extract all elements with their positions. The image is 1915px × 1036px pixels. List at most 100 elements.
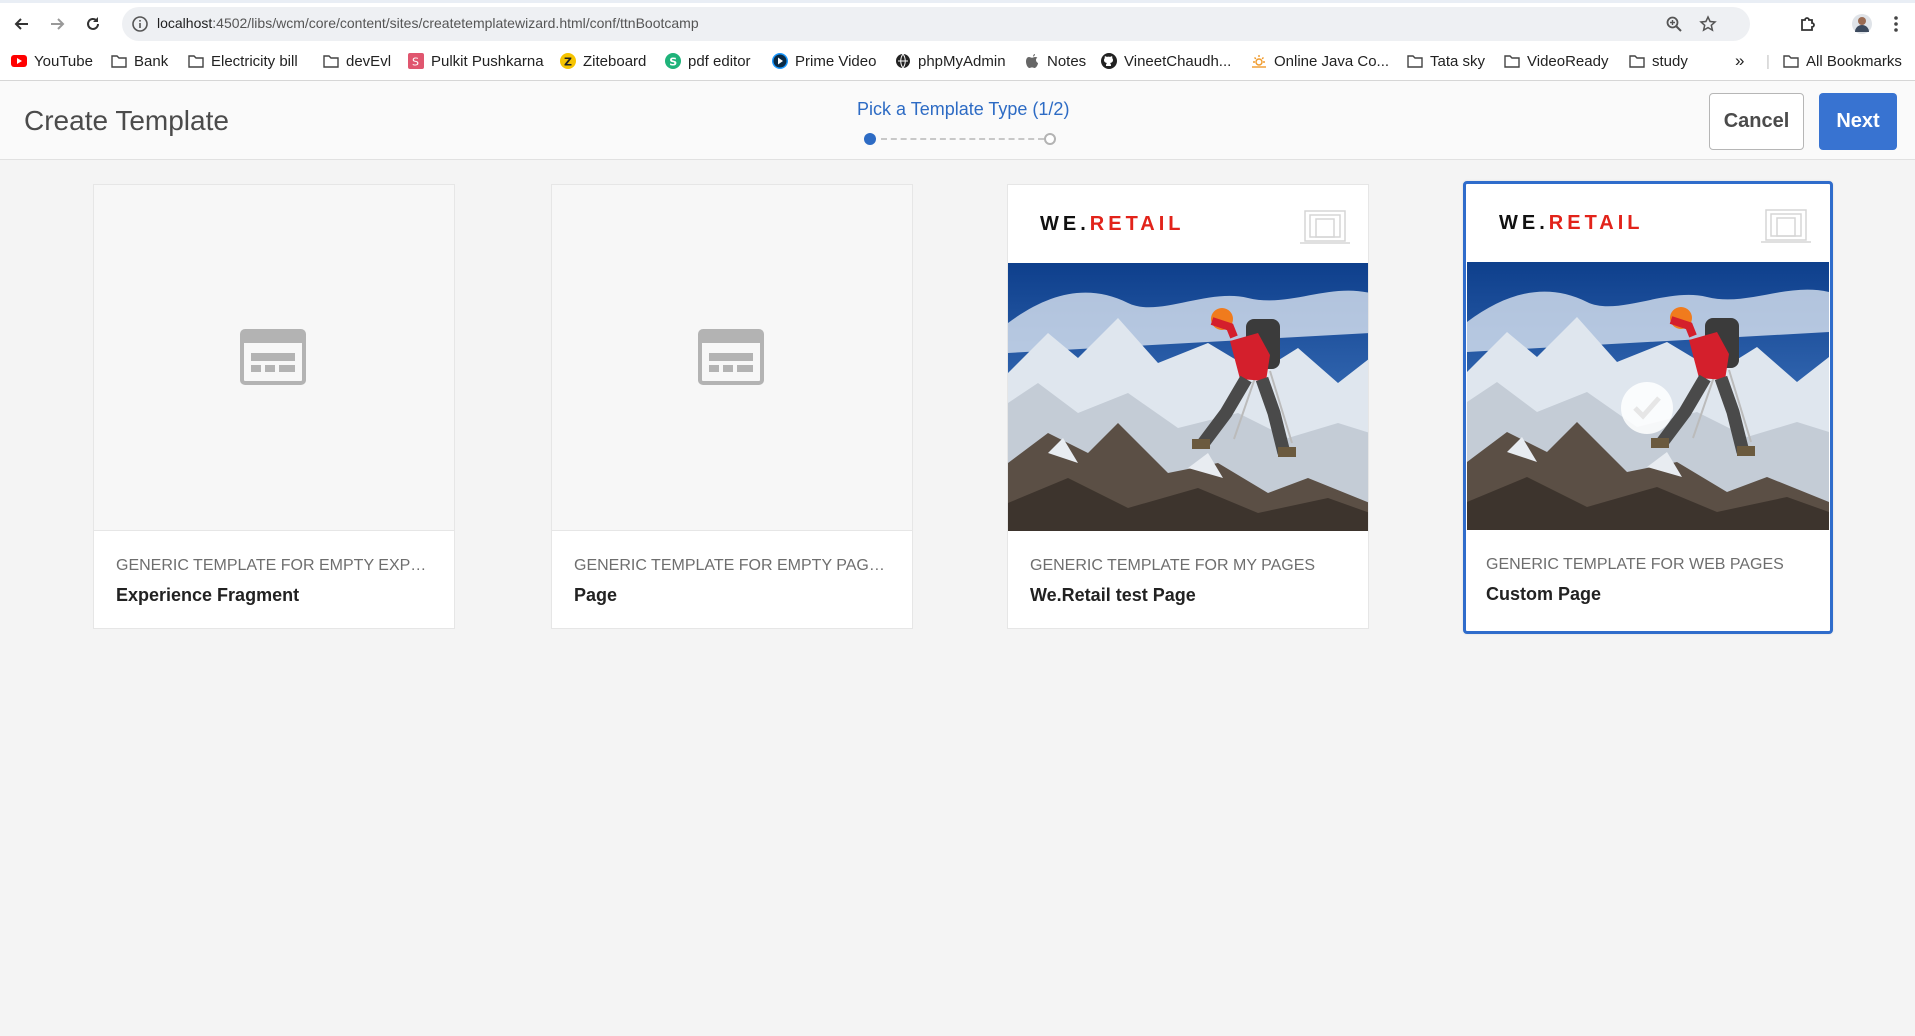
bookmark-notes[interactable]: Notes: [1024, 50, 1086, 72]
brand-dot: .: [1539, 212, 1549, 234]
s-green-favicon-icon: S: [665, 53, 681, 69]
bookmark-study[interactable]: study: [1629, 50, 1688, 72]
sun-icon: [1251, 53, 1267, 69]
template-frame-icon: [1761, 209, 1811, 243]
bookmark-label: Notes: [1047, 52, 1087, 70]
prime-video-icon: [772, 53, 788, 69]
bookmark-ziteboard[interactable]: Z Ziteboard: [560, 50, 646, 72]
template-card-page[interactable]: GENERIC TEMPLATE FOR EMPTY PAGES ... Pag…: [551, 184, 913, 629]
reload-icon[interactable]: [79, 10, 107, 38]
bookmark-label: phpMyAdmin: [918, 52, 1006, 70]
template-description: GENERIC TEMPLATE FOR MY PAGES: [1030, 557, 1316, 574]
svg-text:S: S: [669, 56, 677, 69]
template-placeholder-icon: [698, 329, 764, 385]
brand-retail: RETAIL: [1089, 213, 1185, 235]
bookmark-label: Online Java Co...: [1274, 52, 1390, 70]
brand-bar: WE.RETAIL: [1467, 184, 1829, 262]
url-text[interactable]: localhost:4502/libs/wcm/core/content/sit…: [157, 15, 699, 31]
bookmark-online-java[interactable]: Online Java Co...: [1251, 50, 1389, 72]
brand-we: WE: [1499, 212, 1540, 234]
brand-dot: .: [1080, 213, 1090, 235]
brand-we: WE: [1040, 213, 1081, 235]
bookmark-devevl[interactable]: devEvl: [323, 50, 391, 72]
all-bookmarks-button[interactable]: All Bookmarks: [1783, 50, 1902, 72]
globe-icon: [895, 53, 911, 69]
bookmark-tata-sky[interactable]: Tata sky: [1407, 50, 1485, 72]
bookmark-prime-video[interactable]: Prime Video: [772, 50, 876, 72]
url-host: localhost: [157, 15, 213, 31]
step-2-indicator[interactable]: [1044, 133, 1056, 145]
template-name: Custom Page: [1486, 584, 1602, 604]
we-retail-logo: WE.RETAIL: [1040, 213, 1185, 236]
bookmark-bank[interactable]: Bank: [111, 50, 168, 72]
bookmark-label: Bank: [134, 52, 169, 70]
bookmark-label: Prime Video: [795, 52, 877, 70]
next-button[interactable]: Next: [1819, 93, 1897, 150]
folder-icon: [1783, 53, 1799, 69]
selected-check-icon: [1621, 382, 1673, 434]
step-label: Pick a Template Type (1/2): [857, 99, 1070, 119]
template-thumbnail: [552, 185, 912, 531]
bookmarks-overflow-button[interactable]: »: [1735, 50, 1744, 72]
bookmark-pdf-editor[interactable]: S pdf editor: [665, 50, 751, 72]
template-frame-icon: [1300, 210, 1350, 244]
zoom-icon[interactable]: [1664, 14, 1684, 34]
bookmark-phpmyadmin[interactable]: phpMyAdmin: [895, 50, 1006, 72]
apple-icon: [1024, 53, 1040, 69]
address-bar[interactable]: localhost:4502/libs/wcm/core/content/sit…: [122, 7, 1750, 41]
folder-icon: [188, 53, 204, 69]
bookmark-label: VideoReady: [1527, 52, 1609, 70]
template-name: Page: [574, 585, 618, 605]
bookmark-label: Ziteboard: [583, 52, 647, 70]
bookmark-electricity-bill[interactable]: Electricity bill: [188, 50, 298, 72]
bookmark-star-icon[interactable]: [1698, 14, 1718, 34]
extensions-icon[interactable]: [1794, 10, 1822, 38]
template-name: Experience Fragment: [116, 585, 300, 605]
brand-bar: WE.RETAIL: [1008, 185, 1368, 263]
url-path: :4502/libs/wcm/core/content/sites/create…: [212, 15, 699, 31]
github-icon: [1101, 53, 1117, 69]
back-icon[interactable]: [8, 10, 36, 38]
bookmark-label: pdf editor: [688, 52, 751, 70]
template-description: GENERIC TEMPLATE FOR WEB PAGES: [1486, 556, 1784, 573]
template-card-we-retail-test-page[interactable]: WE.RETAIL GENERIC TEMPLATE FOR MY PAGES …: [1007, 184, 1369, 629]
bookmark-label: Pulkit Pushkarna: [431, 52, 544, 70]
cancel-button[interactable]: Cancel: [1709, 93, 1804, 150]
profile-avatar-icon[interactable]: [1848, 10, 1876, 38]
bookmark-label: YouTube: [34, 52, 93, 70]
bookmark-label: VineetChaudh...: [1124, 52, 1232, 70]
hiker-photo: [1467, 262, 1829, 530]
template-name: We.Retail test Page: [1030, 585, 1196, 605]
template-thumbnail: [94, 185, 454, 531]
bookmark-label: study: [1652, 52, 1688, 70]
tab-strip: [0, 0, 1915, 3]
s-favicon-icon: S: [408, 53, 424, 69]
browser-chrome: localhost:4502/libs/wcm/core/content/sit…: [0, 0, 1915, 81]
template-card-custom-page[interactable]: WE.RETAIL GENERIC TEMPLATE FOR WEB PAGES…: [1463, 181, 1833, 634]
bookmark-vineetchaudh[interactable]: VineetChaudh...: [1101, 50, 1231, 72]
bookmark-videoready[interactable]: VideoReady: [1504, 50, 1608, 72]
bookmark-pulkit-pushkarna[interactable]: S Pulkit Pushkarna: [408, 50, 544, 72]
hiker-photo: [1008, 263, 1368, 531]
template-description: GENERIC TEMPLATE FOR EMPTY EXPERI...: [116, 557, 436, 574]
template-thumbnail: WE.RETAIL: [1467, 184, 1829, 530]
browser-menu-icon[interactable]: [1882, 10, 1910, 38]
folder-icon: [1407, 53, 1423, 69]
all-bookmarks-label: All Bookmarks: [1806, 52, 1902, 70]
page-title: Create Template: [24, 105, 229, 136]
forward-icon[interactable]: [43, 10, 71, 38]
bookmark-label: devEvl: [346, 52, 392, 70]
step-1-indicator[interactable]: [864, 133, 876, 145]
bookmarks-bar: YouTube Bank Electricity bill devEvl S P…: [0, 48, 1915, 74]
bookmark-youtube[interactable]: YouTube: [11, 50, 93, 72]
folder-icon: [111, 53, 127, 69]
bookmarks-divider: |: [1766, 52, 1770, 70]
template-description: GENERIC TEMPLATE FOR EMPTY PAGES ...: [574, 557, 894, 574]
wizard-stepper: [864, 132, 1056, 146]
wizard-header: Create Template Pick a Template Type (1/…: [0, 81, 1915, 160]
template-card-experience-fragment[interactable]: GENERIC TEMPLATE FOR EMPTY EXPERI... Exp…: [93, 184, 455, 629]
bookmark-label: Tata sky: [1430, 52, 1486, 70]
svg-text:Z: Z: [564, 56, 572, 69]
site-info-icon[interactable]: [130, 14, 150, 34]
template-placeholder-icon: [240, 329, 306, 385]
